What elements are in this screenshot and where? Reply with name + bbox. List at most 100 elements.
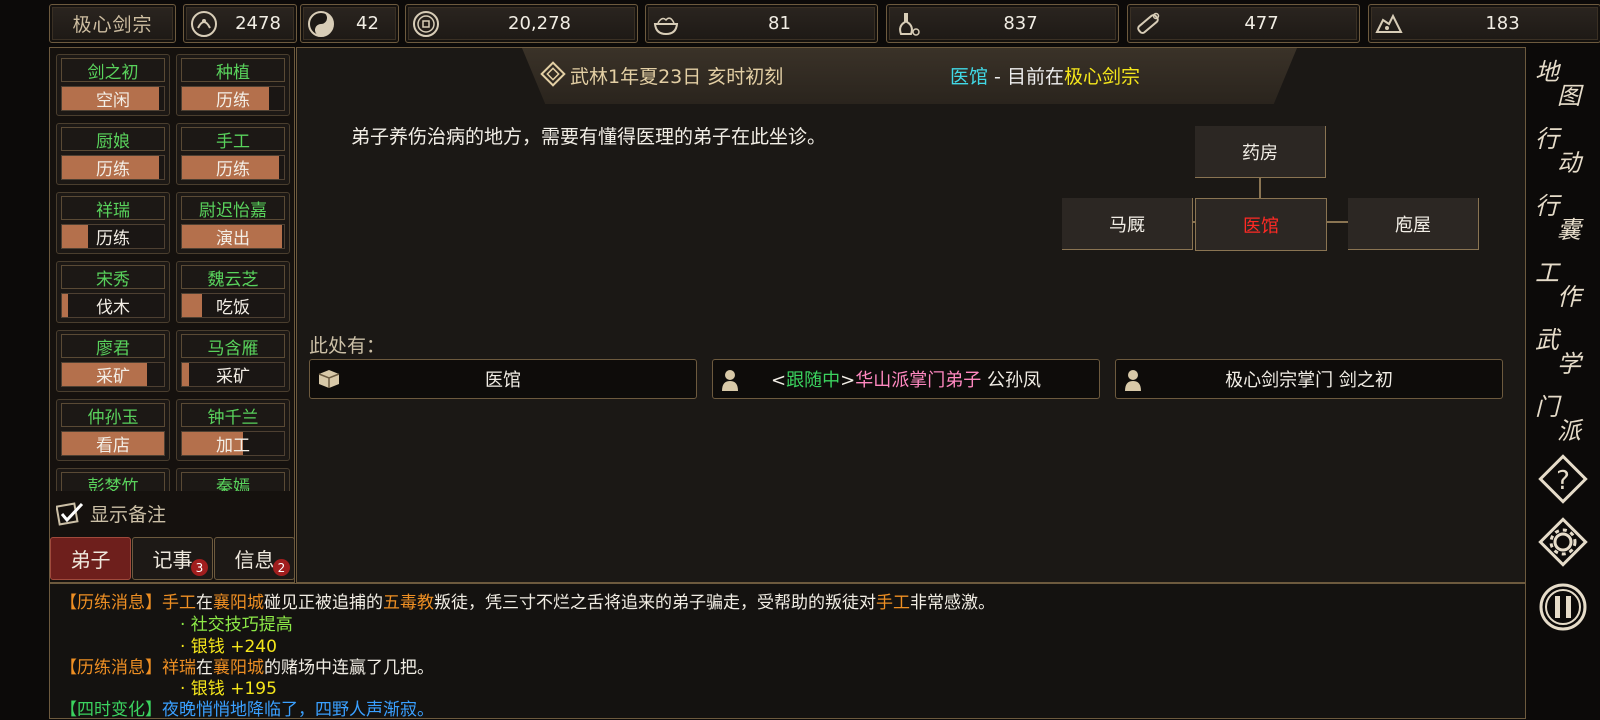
tab-events[interactable]: 记事 3 <box>132 537 213 580</box>
disciple-name: 仲孙玉 <box>61 403 165 428</box>
disciple-card[interactable]: 尉迟怡嘉 演出 <box>176 192 290 254</box>
show-memo-label: 显示备注 <box>90 504 167 526</box>
log-actor: 手工 <box>876 593 910 613</box>
disciple-name: 厨娘 <box>61 127 165 152</box>
task-progress-bar: 加工 <box>181 431 285 456</box>
unread-badge: 3 <box>191 559 208 576</box>
button-char: 行 <box>1535 125 1559 153</box>
pause-icon[interactable] <box>1536 580 1590 634</box>
tab-messages[interactable]: 信息 2 <box>214 537 295 580</box>
message-log[interactable]: 【历练消息】手工在襄阳城碰见正被追捕的五毒教叛徒，凭三寸不烂之舌将追来的弟子骗走… <box>49 583 1526 719</box>
log-tag: 【历练消息】 <box>60 658 162 678</box>
disciple-card[interactable]: 剑之初 空闲 <box>56 54 170 116</box>
money-counter[interactable]: 20,278 <box>405 4 638 43</box>
food-value: 81 <box>768 13 791 34</box>
map-connector <box>1259 177 1261 198</box>
disciple-card[interactable]: 马含雁 采矿 <box>176 330 290 392</box>
herb-value: 837 <box>1003 13 1038 34</box>
disciple-task: 空闲 <box>96 91 130 111</box>
button-char: 动 <box>1557 149 1581 177</box>
reputation-counter[interactable]: 2478 <box>183 4 297 43</box>
disciple-grid[interactable]: 剑之初 空闲 种植 历练 厨娘 历练 手工 历练 祥瑞 历练 尉迟怡嘉 演出 宋… <box>50 48 294 491</box>
sect-name-label: 极心剑宗 <box>49 4 176 43</box>
task-progress-bar: 演出 <box>181 224 285 249</box>
food-counter[interactable]: 81 <box>645 4 878 43</box>
location-description: 弟子养伤治病的地方，需要有懂得医理的弟子在此坐诊。 <box>351 126 827 148</box>
disciple-name: 廖君 <box>61 334 165 359</box>
tab-disciples[interactable]: 弟子 <box>50 537 131 580</box>
disciple-card[interactable]: 种植 历练 <box>176 54 290 116</box>
disciple-name: 祥瑞 <box>61 196 165 221</box>
box-icon <box>318 370 340 388</box>
disciple-card[interactable]: 彭梦竹 <box>56 468 170 491</box>
wood-icon <box>1137 12 1160 34</box>
log-tag: 【历练消息】 <box>60 593 162 613</box>
here-label: 此处有： <box>309 335 386 357</box>
map-room-pharmacy[interactable]: 药房 <box>1195 126 1326 178</box>
npc-name: 公孙凤 <box>981 370 1041 391</box>
follow-status: 跟随中 <box>786 370 841 391</box>
entity-name: <跟随中>华山派掌门弟子 公孙凤 <box>771 366 1041 392</box>
disciple-card[interactable]: 厨娘 历练 <box>56 123 170 185</box>
martial-arts-button[interactable]: 武学 <box>1531 318 1591 378</box>
tab-label: 信息 <box>234 548 275 572</box>
npc-entry[interactable]: <跟随中>华山派掌门弟子 公孙凤 <box>712 359 1100 399</box>
yin-yang-icon <box>308 11 334 37</box>
task-progress-bar: 采矿 <box>61 362 165 387</box>
inventory-button[interactable]: 行囊 <box>1531 184 1591 244</box>
disciple-card[interactable]: 廖君 采矿 <box>56 330 170 392</box>
ore-counter[interactable]: 183 <box>1368 4 1600 43</box>
morality-value: 42 <box>356 13 379 34</box>
help-icon[interactable]: ? <box>1536 452 1590 506</box>
game-date: 武林1年夏23日 亥时初刻 <box>570 66 784 88</box>
action-button[interactable]: 行动 <box>1531 117 1591 177</box>
entity-name: 医馆 <box>485 370 521 391</box>
money-value: 20,278 <box>508 13 571 34</box>
map-room-stable[interactable]: 马厩 <box>1062 198 1193 250</box>
sect-location: 极心剑宗 <box>1063 66 1140 88</box>
disciple-task: 看店 <box>96 436 130 456</box>
work-button[interactable]: 工作 <box>1531 251 1591 311</box>
map-room-current[interactable]: 医馆 <box>1195 198 1327 251</box>
disciple-task: 历练 <box>96 160 130 180</box>
task-progress-bar: 历练 <box>61 224 165 249</box>
gear-icon[interactable] <box>1536 515 1590 569</box>
sect-button[interactable]: 门派 <box>1531 385 1591 445</box>
map-button[interactable]: 地图 <box>1531 50 1591 110</box>
person-icon <box>1125 370 1141 391</box>
show-memo-toggle[interactable]: 显示备注 <box>56 500 166 527</box>
reputation-icon <box>191 11 217 37</box>
button-char: 派 <box>1557 417 1581 445</box>
unread-badge: 2 <box>273 559 290 576</box>
map-room-kitchen[interactable]: 庖屋 <box>1348 198 1479 250</box>
button-char: 囊 <box>1557 216 1581 244</box>
button-char: 图 <box>1557 82 1581 110</box>
wood-counter[interactable]: 477 <box>1127 4 1360 43</box>
button-char: 门 <box>1535 393 1559 421</box>
disciple-card[interactable]: 手工 历练 <box>176 123 290 185</box>
disciple-card[interactable]: 魏云芝 吃饭 <box>176 261 290 323</box>
disciple-task: 伐木 <box>96 298 130 318</box>
person-icon <box>722 370 738 391</box>
disciple-card[interactable]: 秦嫣 <box>176 468 290 491</box>
disciple-card[interactable]: 仲孙玉 看店 <box>56 399 170 461</box>
herb-counter[interactable]: 837 <box>886 4 1119 43</box>
button-char: 武 <box>1535 326 1559 354</box>
herb-icon <box>899 13 920 36</box>
disciple-name: 彭梦竹 <box>61 472 165 491</box>
button-char: 学 <box>1557 350 1581 378</box>
task-progress-bar: 伐木 <box>61 293 165 318</box>
disciple-card[interactable]: 钟千兰 加工 <box>176 399 290 461</box>
location-panel: 武林1年夏23日 亥时初刻 医馆 - 目前在极心剑宗 弟子养伤治病的地方，需要有… <box>296 47 1526 583</box>
disciple-card[interactable]: 宋秀 伐木 <box>56 261 170 323</box>
morality-counter[interactable]: 42 <box>300 4 399 43</box>
bracket-close: > <box>840 370 856 391</box>
task-progress-bar: 采矿 <box>181 362 285 387</box>
button-char: 行 <box>1535 192 1559 220</box>
disciple-card[interactable]: 祥瑞 历练 <box>56 192 170 254</box>
npc-entry[interactable]: 极心剑宗掌门 剑之初 <box>1115 359 1503 399</box>
disciple-task: 历练 <box>96 229 130 249</box>
wood-value: 477 <box>1244 13 1279 34</box>
log-text: 非常感激。 <box>910 593 995 613</box>
building-entry[interactable]: 医馆 <box>309 359 697 399</box>
